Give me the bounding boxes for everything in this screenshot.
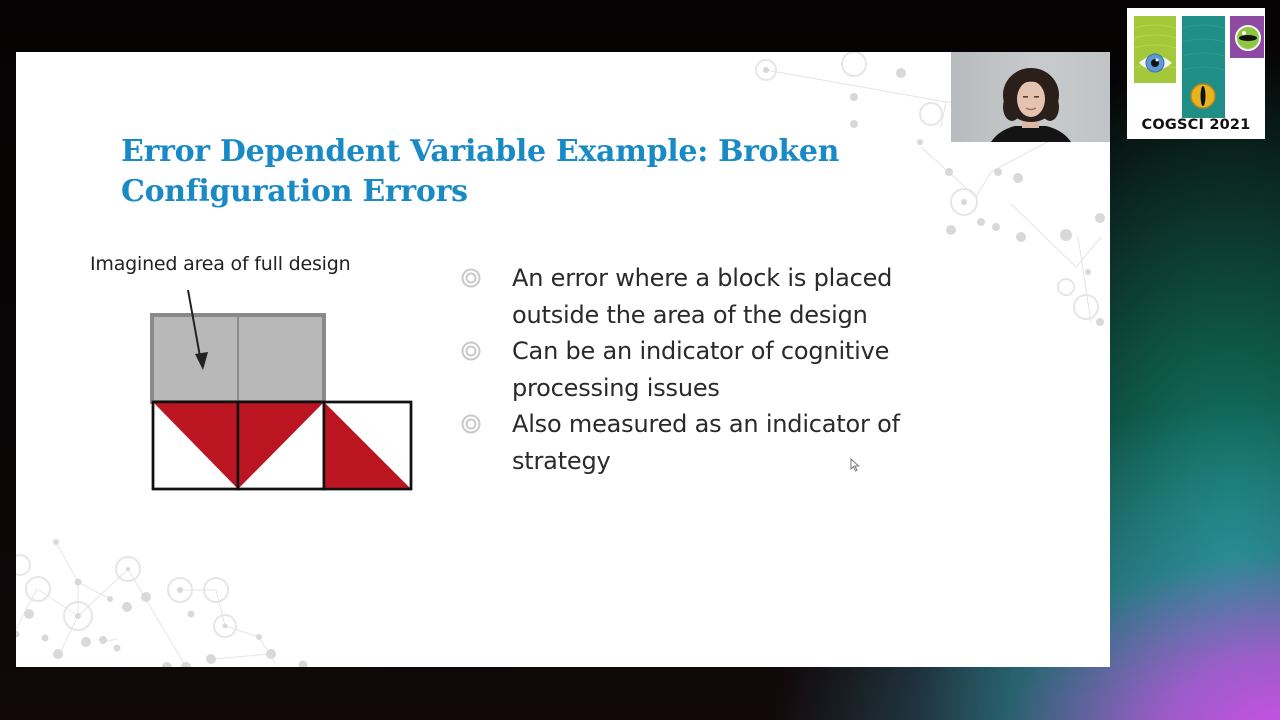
bullet-list: An error where a block is placed outside… bbox=[461, 260, 941, 479]
bullet-text: Also measured as an indicator of strateg… bbox=[512, 410, 900, 475]
figure-label: Imagined area of full design bbox=[90, 253, 351, 275]
concentric-circle-bullet-icon bbox=[461, 414, 481, 434]
design-block-1 bbox=[151, 400, 240, 491]
design-block-3-misplaced bbox=[322, 400, 413, 491]
design-block-2 bbox=[236, 400, 326, 491]
bullet-text: An error where a block is placed outside… bbox=[512, 264, 893, 329]
logo-text: COGSCI 2021 bbox=[1141, 117, 1251, 133]
green-eye-icon bbox=[1235, 25, 1261, 51]
bullet-item: Can be an indicator of cognitive process… bbox=[461, 333, 941, 406]
concentric-circle-bullet-icon bbox=[461, 268, 481, 288]
bullet-item: Also measured as an indicator of strateg… bbox=[461, 406, 941, 479]
imagined-area bbox=[150, 313, 326, 404]
bullet-text: Can be an indicator of cognitive process… bbox=[512, 337, 890, 402]
presenter-video bbox=[991, 68, 1071, 142]
broken-configuration-figure bbox=[150, 290, 413, 491]
bullet-item: An error where a block is placed outside… bbox=[461, 260, 941, 333]
concentric-circle-bullet-icon bbox=[461, 341, 481, 361]
cogsci-logo: COGSCI 2021 bbox=[1127, 8, 1265, 139]
presenter-webcam bbox=[951, 52, 1110, 142]
yellow-eye-icon bbox=[1190, 83, 1216, 109]
slide-title: Error Dependent Variable Example: Broken… bbox=[121, 134, 840, 209]
mouse-cursor-icon bbox=[850, 458, 860, 472]
presentation-slide: Error Dependent Variable Example: Broken… bbox=[16, 52, 1110, 667]
network-decoration-bottom-left bbox=[16, 539, 308, 667]
